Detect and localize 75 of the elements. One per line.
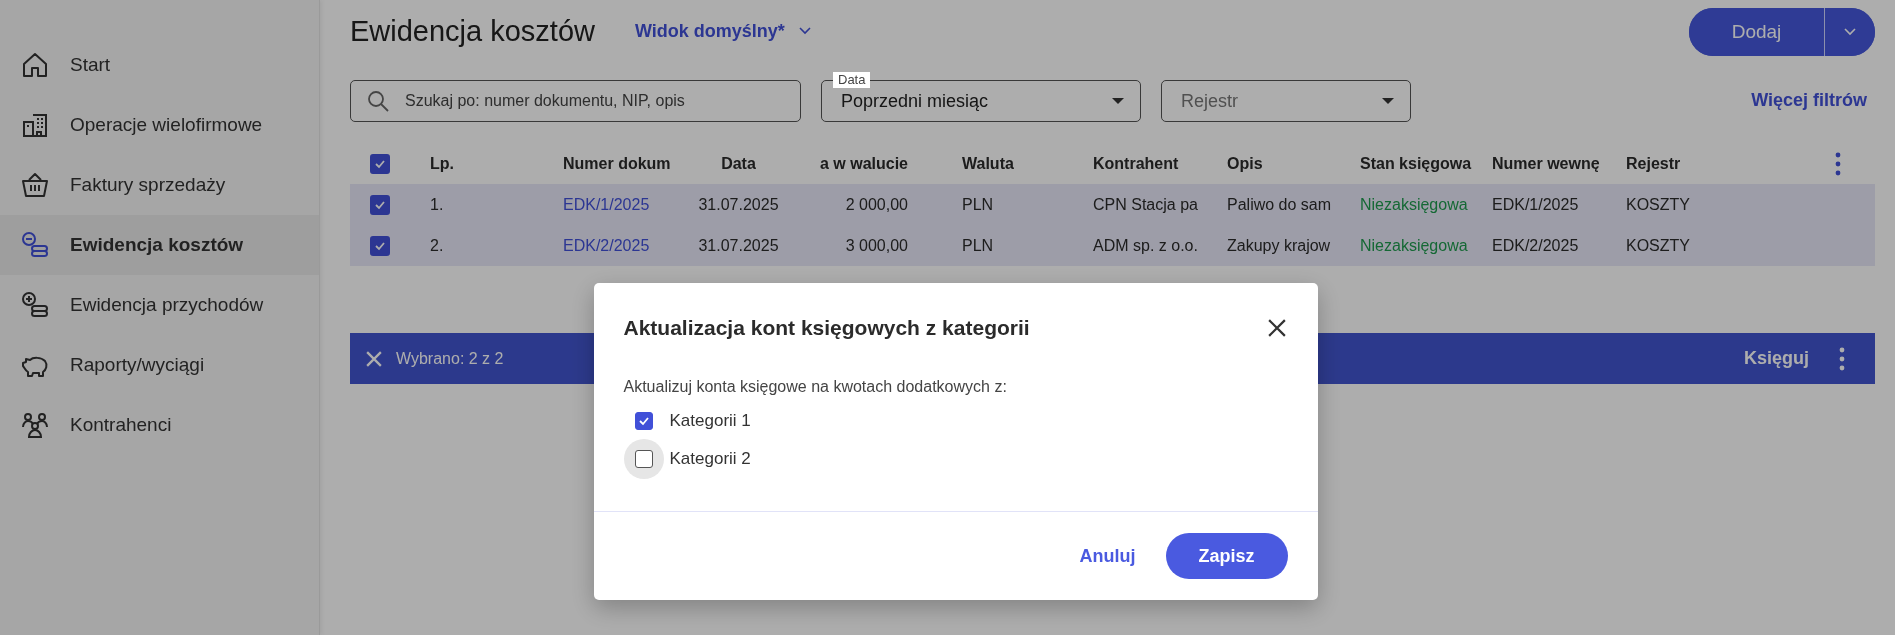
column-header[interactable]: Opis [1227, 155, 1263, 172]
table-cell: 2 000,00 [845, 195, 908, 213]
sidebar-item[interactable]: Ewidencja przychodów [0, 275, 319, 335]
dropdown-value: Poprzedni miesiąc [841, 90, 989, 112]
coins-plus-icon [21, 291, 49, 319]
basket-icon [21, 171, 49, 199]
table-cell: PLN [962, 236, 994, 254]
column-header[interactable]: Data [721, 155, 756, 172]
table-row[interactable]: 2. EDK/2/2025 31.07.2025 3 000,00 PLN ADM sp. z o.o. Zakupy krajow Niezaksięgowa EDK/2/2025 KOSZTY [350, 225, 1875, 266]
table-row[interactable]: 1. EDK/1/2025 31.07.2025 2 000,00 PLN CPN Stacja pa Paliwo do sam Niezaksięgowa EDK/1/2025 KOSZTY [350, 184, 1875, 225]
table-cell: Niezaksięgowa [1360, 195, 1468, 213]
table-cell: Niezaksięgowa [1360, 236, 1468, 254]
column-header[interactable]: Kontrahent [1093, 155, 1179, 172]
dropdown-arrow-icon [1112, 98, 1124, 104]
checkbox[interactable] [634, 450, 653, 468]
table-cell: 31.07.2025 [698, 195, 779, 213]
column-header[interactable]: a w walucie [819, 155, 908, 172]
sidebar-item[interactable]: Kontrahenci [0, 395, 319, 455]
column-header[interactable]: Numer wewnę [1492, 155, 1600, 172]
checkbox[interactable] [634, 412, 653, 430]
home-icon [21, 51, 49, 79]
save-button[interactable]: Zapisz [1165, 533, 1288, 579]
row-checkbox[interactable] [370, 235, 390, 256]
table-cell: CPN Stacja pa [1093, 195, 1198, 213]
dropdown-arrow-icon [1382, 98, 1394, 104]
column-header[interactable]: Rejestr [1626, 155, 1681, 172]
more-vertical-icon[interactable] [1834, 152, 1841, 176]
cancel-button[interactable]: Anuluj [1073, 544, 1142, 568]
table-cell: EDK/2/2025 [1492, 236, 1579, 254]
column-header[interactable]: Lp. [430, 155, 454, 172]
sidebar-item[interactable]: Start [0, 35, 319, 95]
more-vertical-icon[interactable] [1839, 346, 1845, 371]
close-icon[interactable] [1267, 319, 1286, 337]
sidebar-item[interactable]: Ewidencja kosztów [0, 215, 319, 275]
table-cell: KOSZTY [1626, 236, 1690, 254]
selection-count: Wybrano: 2 z 2 [396, 349, 504, 368]
search-icon [366, 89, 390, 113]
chevron-down-icon [798, 27, 811, 35]
coins-minus-icon [21, 231, 49, 259]
dialog-title: Aktualizacja kont księgowych z kategorii [623, 316, 1030, 340]
select-all-checkbox[interactable] [370, 154, 390, 174]
view-selector[interactable]: Widok domyślny* [635, 20, 811, 42]
more-filters-link[interactable]: Więcej filtrów [1751, 89, 1867, 111]
sidebar-item[interactable]: Faktury sprzedaży [0, 155, 319, 215]
sidebar-item[interactable]: Operacje wielofirmowe [0, 95, 319, 155]
post-button[interactable]: Księguj [1744, 348, 1809, 369]
table-cell: ADM sp. z o.o. [1093, 236, 1198, 254]
table-cell: Zakupy krajow [1227, 236, 1331, 254]
document-link[interactable]: EDK/2/2025 [563, 236, 650, 254]
column-header[interactable]: Numer dokum [563, 155, 671, 172]
table-cell: PLN [962, 195, 994, 213]
column-header[interactable]: Stan księgowa [1360, 155, 1472, 172]
sidebar-item[interactable]: Raporty/wyciągi [0, 335, 319, 395]
checkbox-label[interactable]: Kategorii 1 [669, 411, 751, 431]
document-link[interactable]: EDK/1/2025 [563, 195, 650, 213]
dropdown-placeholder: Rejestr [1181, 90, 1238, 112]
table-cell: 31.07.2025 [698, 236, 779, 254]
people-icon [21, 411, 49, 439]
table-cell: 1. [430, 195, 444, 213]
search-field[interactable]: Szukaj po: numer dokumentu, NIP, opis [350, 80, 801, 122]
page-title: Ewidencja kosztów [350, 14, 595, 48]
checkbox-label[interactable]: Kategorii 2 [669, 449, 751, 469]
table-cell: KOSZTY [1626, 195, 1690, 213]
table-cell: EDK/1/2025 [1492, 195, 1579, 213]
field-label: Data [833, 72, 871, 88]
row-checkbox[interactable] [370, 194, 390, 215]
add-menu-button[interactable] [1824, 8, 1875, 56]
table-cell: 3 000,00 [845, 236, 908, 254]
buildings-icon [21, 111, 49, 139]
column-header[interactable]: Waluta [962, 155, 1014, 172]
register-dropdown[interactable]: Rejestr [1161, 80, 1411, 122]
chevron-down-icon [1844, 28, 1856, 36]
table-cell: Paliwo do sam [1227, 195, 1332, 213]
table-cell: 2. [430, 236, 444, 254]
dialog-prompt: Aktualizuj konta księgowe na kwotach dodatkowych z: [623, 378, 1008, 396]
